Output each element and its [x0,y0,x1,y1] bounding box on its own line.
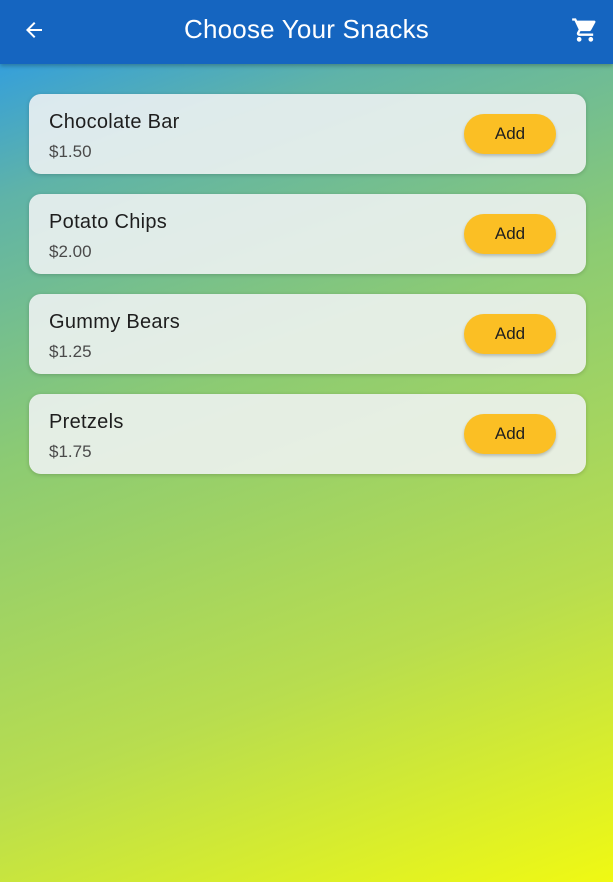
shopping-cart-icon [572,18,596,42]
snack-list: Chocolate Bar $1.50 Add Potato Chips $2.… [29,94,586,494]
snack-card-gummy-bears: Gummy Bears $1.25 Add [29,294,586,374]
snack-name: Gummy Bears [49,311,181,333]
snack-name: Potato Chips [49,211,168,233]
snack-card-pretzels: Pretzels $1.75 Add [29,394,586,474]
snack-card-potato-chips: Potato Chips $2.00 Add [29,194,586,274]
snack-price: $1.75 [49,442,92,461]
cart-button[interactable] [565,10,605,50]
back-button[interactable] [14,10,54,50]
app-bar: Choose Your Snacks [0,0,613,64]
snack-price: $1.25 [49,342,92,361]
add-pretzels-button[interactable]: Add [464,414,556,454]
arrow-left-icon [26,22,42,38]
add-potato-chips-button[interactable]: Add [464,214,556,254]
snack-price: $1.50 [49,142,92,161]
snack-selection-screen: Choose Your Snacks Chocolate Bar $1.50 A… [0,0,613,882]
snack-name: Chocolate Bar [49,111,180,133]
snack-card-chocolate-bar: Chocolate Bar $1.50 Add [29,94,586,174]
page-title: Choose Your Snacks [184,13,429,44]
add-gummy-bears-button[interactable]: Add [464,314,556,354]
add-chocolate-bar-button[interactable]: Add [464,114,556,154]
snack-price: $2.00 [49,242,92,261]
snack-name: Pretzels [49,411,124,433]
